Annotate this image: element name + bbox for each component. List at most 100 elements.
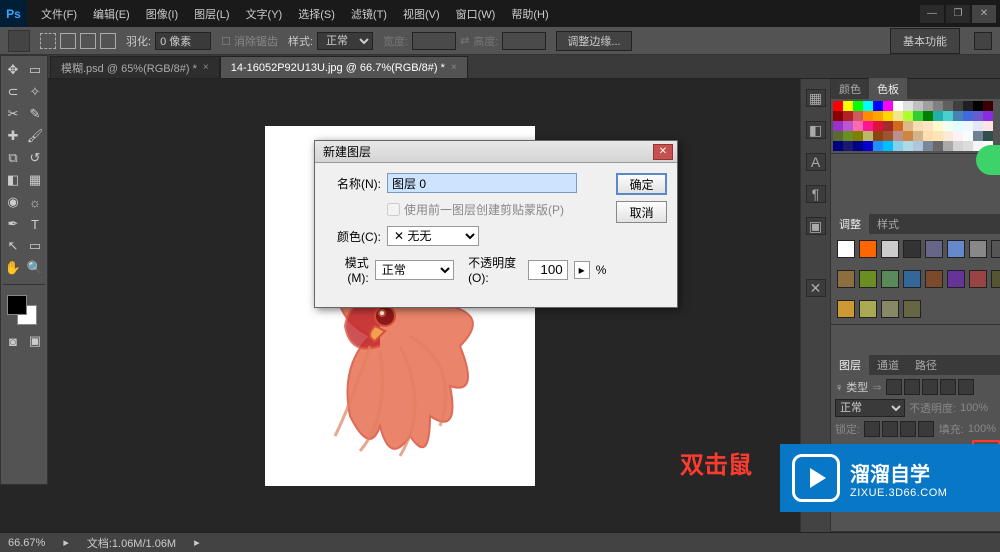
marquee-add-icon[interactable]: [60, 33, 76, 49]
tool-preset-icon[interactable]: [8, 30, 30, 52]
adjust-row-2[interactable]: [831, 264, 1000, 294]
adjust-preset[interactable]: [925, 240, 943, 258]
adjust-preset[interactable]: [969, 270, 987, 288]
wand-tool-icon[interactable]: ✧: [25, 82, 45, 102]
filter-shape-icon[interactable]: [940, 379, 956, 395]
swatch-cell[interactable]: [843, 121, 853, 131]
adjust-preset[interactable]: [859, 240, 877, 258]
swatch-cell[interactable]: [873, 111, 883, 121]
mode-select[interactable]: 正常: [375, 260, 454, 280]
swatch-cell[interactable]: [913, 131, 923, 141]
swatch-cell[interactable]: [943, 141, 953, 151]
swatch-cell[interactable]: [863, 101, 873, 111]
menu-layer[interactable]: 图层(L): [188, 2, 235, 26]
adjust-preset[interactable]: [947, 240, 965, 258]
swatch-cell[interactable]: [943, 101, 953, 111]
gradient-tool-icon[interactable]: ▦: [25, 170, 45, 190]
swatch-cell[interactable]: [933, 111, 943, 121]
swatch-cell[interactable]: [943, 131, 953, 141]
shape-tool-icon[interactable]: ▭: [25, 236, 45, 256]
actions-panel-icon[interactable]: ◧: [806, 121, 826, 139]
swatch-cell[interactable]: [943, 121, 953, 131]
stamp-tool-icon[interactable]: ⧉: [3, 148, 23, 168]
adjust-preset[interactable]: [991, 270, 1000, 288]
blend-mode-select[interactable]: 正常: [835, 399, 905, 417]
color-tab[interactable]: 颜色: [831, 78, 869, 100]
zoom-level[interactable]: 66.67%: [8, 537, 45, 549]
swatch-cell[interactable]: [833, 131, 843, 141]
adjust-preset[interactable]: [969, 240, 987, 258]
swatch-cell[interactable]: [973, 101, 983, 111]
heal-tool-icon[interactable]: ✚: [3, 126, 23, 146]
swatch-cell[interactable]: [953, 131, 963, 141]
swatch-cell[interactable]: [933, 101, 943, 111]
swatch-cell[interactable]: [853, 131, 863, 141]
swatch-cell[interactable]: [953, 101, 963, 111]
swatch-cell[interactable]: [913, 111, 923, 121]
swatch-cell[interactable]: [833, 121, 843, 131]
chevron-right-icon[interactable]: ▸: [63, 536, 69, 549]
adjust-row-1[interactable]: [831, 234, 1000, 264]
filter-smart-icon[interactable]: [958, 379, 974, 395]
close-button[interactable]: ✕: [972, 5, 996, 23]
adjust-preset[interactable]: [903, 240, 921, 258]
document-tab-2[interactable]: 14-16052P92U13U.jpg @ 66.7%(RGB/8#) * ×: [220, 56, 468, 78]
swatch-cell[interactable]: [833, 101, 843, 111]
opacity-input[interactable]: [528, 260, 568, 280]
swatch-cell[interactable]: [863, 131, 873, 141]
swatch-cell[interactable]: [883, 141, 893, 151]
swatch-cell[interactable]: [963, 131, 973, 141]
swatch-cell[interactable]: [843, 141, 853, 151]
chevron-right-icon[interactable]: ▸: [194, 536, 200, 549]
filter-adjust-icon[interactable]: [904, 379, 920, 395]
character-panel-icon[interactable]: A: [806, 153, 826, 171]
workspace-switcher[interactable]: 基本功能: [890, 28, 960, 54]
pen-tool-icon[interactable]: ✒: [3, 214, 23, 234]
swatch-cell[interactable]: [883, 131, 893, 141]
swatch-cell[interactable]: [933, 121, 943, 131]
swatch-cell[interactable]: [913, 141, 923, 151]
brush-panel-icon[interactable]: ✕: [806, 279, 826, 297]
swatch-cell[interactable]: [933, 141, 943, 151]
adjustments-tab[interactable]: 调整: [831, 213, 869, 235]
swatch-cell[interactable]: [853, 121, 863, 131]
adjust-preset[interactable]: [859, 300, 877, 318]
adjust-preset[interactable]: [991, 240, 1000, 258]
blur-tool-icon[interactable]: ◉: [3, 192, 23, 212]
adjust-preset[interactable]: [881, 300, 899, 318]
menu-edit[interactable]: 编辑(E): [87, 2, 136, 26]
swatch-cell[interactable]: [923, 111, 933, 121]
swatch-cell[interactable]: [953, 121, 963, 131]
marquee-tool-icon[interactable]: ▭: [25, 60, 45, 80]
swatch-cell[interactable]: [923, 141, 933, 151]
doc-size[interactable]: 文档:1.06M/1.06M: [87, 535, 176, 551]
hand-tool-icon[interactable]: ✋: [3, 258, 23, 278]
menu-type[interactable]: 文字(Y): [240, 2, 289, 26]
path-tool-icon[interactable]: ↖: [3, 236, 23, 256]
type-tool-icon[interactable]: T: [25, 214, 45, 234]
swatch-cell[interactable]: [873, 101, 883, 111]
swatch-cell[interactable]: [863, 141, 873, 151]
swatch-cell[interactable]: [873, 121, 883, 131]
marquee-new-icon[interactable]: [40, 33, 56, 49]
swap-icon[interactable]: ⇄: [460, 34, 469, 47]
document-tab-1[interactable]: 模糊.psd @ 65%(RGB/8#) * ×: [50, 56, 220, 78]
lock-trans-icon[interactable]: [864, 421, 880, 437]
cancel-button[interactable]: 取消: [616, 201, 667, 223]
swatch-cell[interactable]: [893, 111, 903, 121]
swatch-cell[interactable]: [843, 111, 853, 121]
style-select[interactable]: 正常: [317, 32, 373, 50]
swatch-cell[interactable]: [953, 141, 963, 151]
swatch-cell[interactable]: [903, 101, 913, 111]
swatch-cell[interactable]: [863, 111, 873, 121]
lock-pos-icon[interactable]: [900, 421, 916, 437]
eyedropper-tool-icon[interactable]: ✎: [25, 104, 45, 124]
menu-filter[interactable]: 滤镜(T): [345, 2, 393, 26]
swatches-tab[interactable]: 色板: [869, 78, 907, 100]
adjust-preset[interactable]: [903, 270, 921, 288]
color-select[interactable]: ✕ 无无: [387, 226, 479, 246]
lock-all-icon[interactable]: [918, 421, 934, 437]
history-panel-icon[interactable]: ▦: [806, 89, 826, 107]
swatch-cell[interactable]: [903, 131, 913, 141]
search-icon[interactable]: [974, 32, 992, 50]
